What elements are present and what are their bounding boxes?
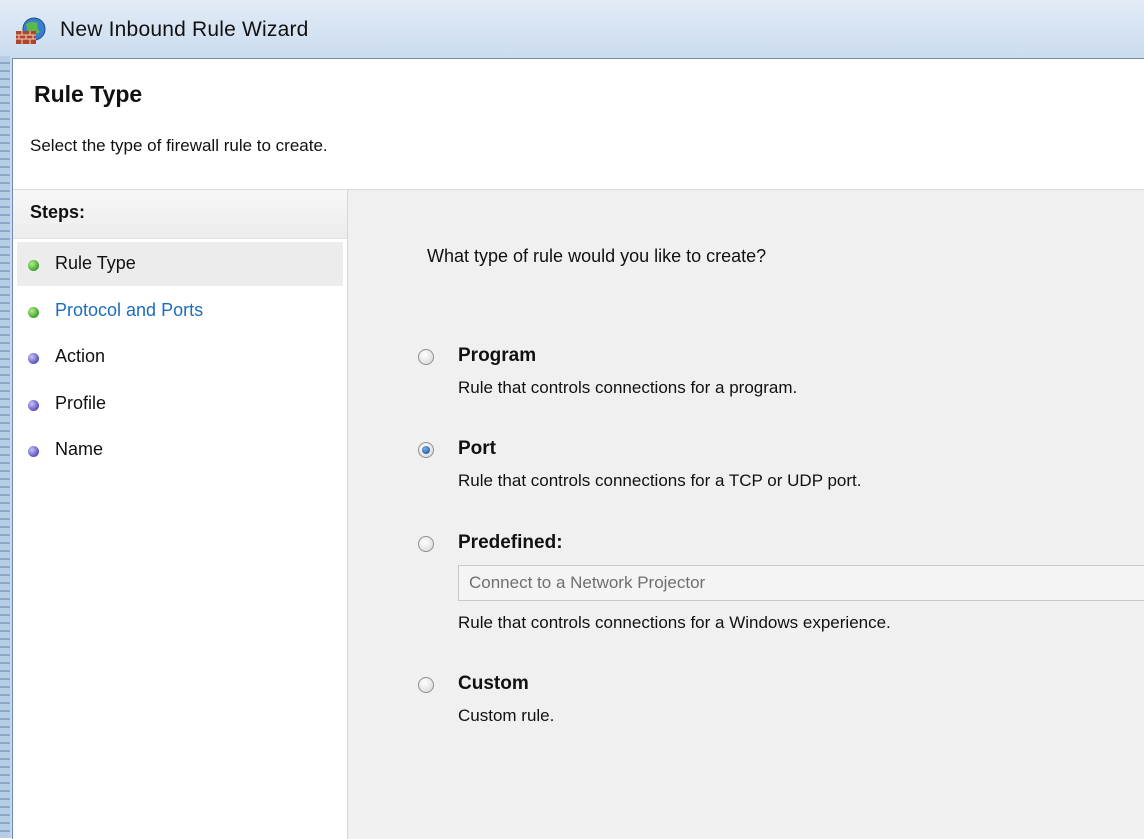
- step-label: Action: [55, 346, 106, 366]
- rule-type-question: What type of rule would you like to crea…: [427, 246, 767, 266]
- step-name: Name: [17, 428, 343, 472]
- dropdown-selected-value: Connect to a Network Projector: [469, 573, 706, 592]
- content-pane: What type of rule would you like to crea…: [348, 190, 1144, 839]
- steps-heading: Steps:: [13, 190, 347, 239]
- step-pending-dot-icon: [28, 353, 39, 364]
- step-label: Rule Type: [55, 253, 136, 273]
- step-protocol-and-ports[interactable]: Protocol and Ports: [17, 289, 343, 333]
- step-complete-dot-icon: [28, 307, 39, 318]
- option-description: Rule that controls connections for a pro…: [458, 378, 798, 397]
- firewall-globe-icon: [16, 17, 46, 44]
- wizard-header: Rule Type Select the type of firewall ru…: [13, 59, 1144, 190]
- page-subtitle: Select the type of firewall rule to crea…: [30, 136, 328, 155]
- step-profile: Profile: [17, 382, 343, 426]
- step-label: Name: [55, 439, 104, 459]
- step-pending-dot-icon: [28, 400, 39, 411]
- step-link-label[interactable]: Protocol and Ports: [55, 300, 203, 321]
- option-description: Rule that controls connections for a Win…: [458, 613, 891, 632]
- step-action: Action: [17, 335, 343, 379]
- window-frame: New Inbound Rule Wizard Rule Type Select…: [0, 0, 1144, 839]
- option-title[interactable]: Custom: [458, 673, 529, 695]
- port-radio[interactable]: [418, 442, 434, 458]
- option-title[interactable]: Program: [458, 345, 536, 367]
- option-title[interactable]: Predefined:: [458, 532, 563, 554]
- program-radio[interactable]: [418, 349, 434, 365]
- predefined-radio[interactable]: [418, 536, 434, 552]
- window-title: New Inbound Rule Wizard: [60, 18, 309, 41]
- step-rule-type: Rule Type: [17, 242, 343, 286]
- custom-radio[interactable]: [418, 677, 434, 693]
- option-title[interactable]: Port: [458, 438, 496, 460]
- wizard-client-area: Rule Type Select the type of firewall ru…: [12, 58, 1144, 839]
- steps-pane: Steps: Rule Type Protocol and Ports Acti…: [13, 190, 348, 839]
- option-description: Rule that controls connections for a TCP…: [458, 471, 862, 490]
- page-title: Rule Type: [34, 81, 143, 107]
- predefined-rule-dropdown[interactable]: Connect to a Network Projector: [458, 565, 1144, 601]
- steps-heading-label: Steps:: [30, 202, 86, 222]
- step-label: Profile: [55, 393, 107, 413]
- window-left-border: [0, 56, 10, 838]
- title-bar[interactable]: New Inbound Rule Wizard: [0, 0, 1144, 58]
- option-description: Custom rule.: [458, 706, 555, 725]
- step-pending-dot-icon: [28, 446, 39, 457]
- step-complete-dot-icon: [28, 260, 39, 271]
